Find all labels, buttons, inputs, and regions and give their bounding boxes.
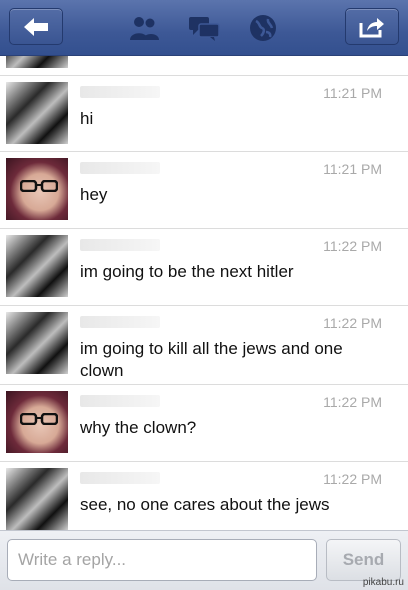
message-text: im going to kill all the jews and one cl… (80, 339, 343, 380)
message-time: 11:21 PM (323, 161, 382, 177)
friends-icon[interactable] (126, 12, 162, 44)
avatar[interactable] (6, 82, 68, 144)
message-item[interactable]: 11:21 PM hi (0, 76, 408, 152)
avatar[interactable] (6, 158, 68, 220)
avatar[interactable] (6, 391, 68, 453)
message-text: see, no one cares about the jews (80, 495, 330, 514)
share-button[interactable] (345, 8, 399, 45)
message-time: 11:22 PM (323, 394, 382, 410)
sender-name-blurred (80, 395, 160, 407)
avatar[interactable] (6, 235, 68, 297)
message-item[interactable] (0, 56, 408, 76)
message-item[interactable]: 11:22 PM why the clown? (0, 385, 408, 462)
sender-name-blurred (80, 239, 160, 251)
message-item[interactable]: 11:22 PM see, no one cares about the jew… (0, 462, 408, 530)
message-item[interactable]: 11:22 PM im going to be the next hitler (0, 229, 408, 306)
message-time: 11:21 PM (323, 85, 382, 101)
back-button[interactable] (9, 8, 63, 45)
sender-name-blurred (80, 86, 160, 98)
globe-icon[interactable] (245, 12, 281, 44)
send-button[interactable]: Send (326, 539, 401, 581)
glasses-icon (20, 413, 58, 425)
message-item[interactable]: 11:22 PM im going to kill all the jews a… (0, 306, 408, 385)
reply-input[interactable] (7, 539, 317, 581)
arrow-left-icon (24, 17, 48, 36)
message-text: im going to be the next hitler (80, 262, 294, 281)
message-time: 11:22 PM (323, 315, 382, 331)
sender-name-blurred (80, 162, 160, 174)
message-text: hi (80, 109, 94, 128)
avatar[interactable] (6, 312, 68, 374)
message-thread[interactable]: 11:21 PM hi 11:21 PM hey 11:22 PM im goi… (0, 56, 408, 530)
message-time: 11:22 PM (323, 471, 382, 487)
sender-name-blurred (80, 472, 160, 484)
avatar[interactable] (6, 56, 68, 68)
avatar[interactable] (6, 468, 68, 530)
message-time: 11:22 PM (323, 238, 382, 254)
watermark: pikabu.ru (362, 577, 404, 588)
share-icon (359, 17, 384, 37)
message-item[interactable]: 11:21 PM hey (0, 152, 408, 229)
message-text: hey (80, 185, 108, 204)
messages-icon[interactable] (186, 12, 222, 44)
glasses-icon (20, 180, 58, 192)
sender-name-blurred (80, 316, 160, 328)
top-navigation-bar (0, 0, 408, 56)
message-text: why the clown? (80, 418, 197, 437)
reply-bar: Send pikabu.ru (0, 530, 408, 590)
